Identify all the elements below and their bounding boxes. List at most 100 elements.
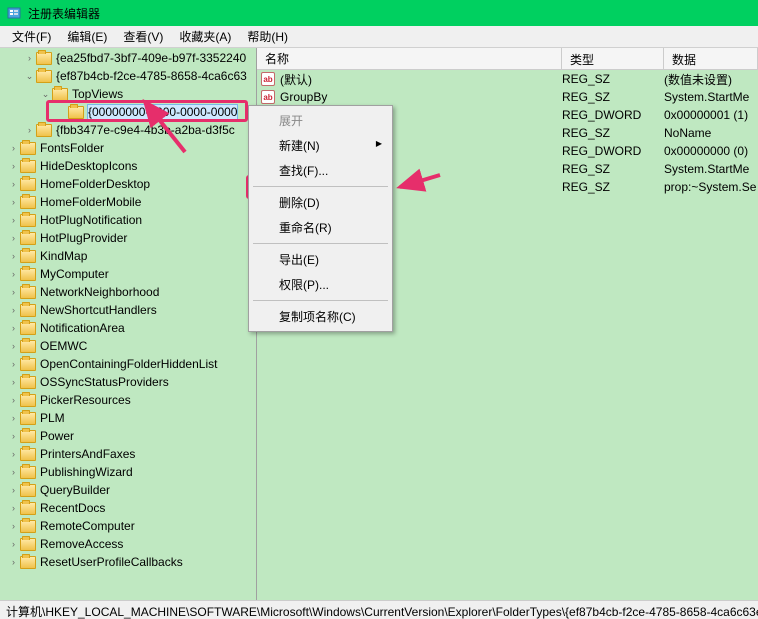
tree-item[interactable]: ›OEMWC	[0, 337, 256, 355]
tree-item[interactable]: ›HotPlugNotification	[0, 211, 256, 229]
chevron-right-icon[interactable]: ›	[8, 269, 19, 280]
tree-item[interactable]: ›PublishingWizard	[0, 463, 256, 481]
ctx-new[interactable]: 新建(N)	[251, 133, 390, 158]
tree-item[interactable]: ›KindMap	[0, 247, 256, 265]
chevron-down-icon[interactable]: ⌄	[40, 89, 51, 100]
tree-item[interactable]: ›HomeFolderDesktop	[0, 175, 256, 193]
tree-item[interactable]: ›OSSyncStatusProviders	[0, 373, 256, 391]
tree-item[interactable]: ›NewShortcutHandlers	[0, 301, 256, 319]
tree-item[interactable]: ›Power	[0, 427, 256, 445]
folder-icon	[20, 214, 36, 227]
tree-item[interactable]: › NotificationArea	[0, 319, 256, 337]
tree-item[interactable]: ›HideDesktopIcons	[0, 157, 256, 175]
string-value-icon: ab	[261, 72, 275, 86]
tree-item-label: {fbb3477e-c9e4-4b3b-a2ba-d3f5c	[56, 123, 235, 137]
tree-item[interactable]: ›PLM	[0, 409, 256, 427]
folder-icon	[20, 466, 36, 479]
value-data: System.StartMe	[664, 90, 758, 104]
tree-item[interactable]: {00000000-0000-0000-0000	[0, 103, 256, 121]
ctx-permissions[interactable]: 权限(P)...	[251, 272, 390, 297]
menu-bar[interactable]: 文件(F) 编辑(E) 查看(V) 收藏夹(A) 帮助(H)	[0, 26, 758, 48]
tree-item[interactable]: › RemoteComputer	[0, 517, 256, 535]
value-data: 0x00000001 (1)	[664, 108, 758, 122]
chevron-right-icon[interactable]: ›	[8, 503, 19, 514]
list-header[interactable]: 名称 类型 数据	[257, 48, 758, 70]
chevron-right-icon[interactable]: ›	[8, 431, 19, 442]
chevron-right-icon[interactable]: ›	[8, 341, 19, 352]
tree-item[interactable]: ›RemoveAccess	[0, 535, 256, 553]
chevron-right-icon[interactable]: ›	[24, 125, 35, 136]
chevron-right-icon[interactable]: ›	[8, 539, 19, 550]
tree-item[interactable]: › ResetUserProfileCallbacks	[0, 553, 256, 571]
tree-item[interactable]: ›RecentDocs	[0, 499, 256, 517]
ctx-rename[interactable]: 重命名(R)	[251, 215, 390, 240]
folder-icon	[20, 394, 36, 407]
ctx-find[interactable]: 查找(F)...	[251, 158, 390, 183]
tree-item[interactable]: › QueryBuilder	[0, 481, 256, 499]
menu-view[interactable]: 查看(V)	[115, 26, 171, 47]
folder-icon	[68, 106, 84, 119]
tree-item[interactable]: ›PrintersAndFaxes	[0, 445, 256, 463]
chevron-right-icon[interactable]: ›	[8, 323, 19, 334]
chevron-right-icon[interactable]: ›	[8, 449, 19, 460]
tree-item-label: QueryBuilder	[40, 483, 110, 497]
tree-item[interactable]: › {fbb3477e-c9e4-4b3b-a2ba-d3f5c	[0, 121, 256, 139]
menu-help[interactable]: 帮助(H)	[239, 26, 296, 47]
folder-icon	[52, 88, 68, 101]
value-data: 0x00000000 (0)	[664, 144, 758, 158]
menu-edit[interactable]: 编辑(E)	[59, 26, 115, 47]
chevron-right-icon[interactable]: ›	[8, 251, 19, 262]
tree-item-label: NotificationArea	[40, 321, 125, 335]
chevron-right-icon[interactable]: ›	[8, 143, 19, 154]
chevron-right-icon[interactable]: ›	[8, 161, 19, 172]
tree-item-label: OpenContainingFolderHiddenList	[40, 357, 217, 371]
chevron-right-icon[interactable]: ›	[8, 395, 19, 406]
tree-item[interactable]: ›NetworkNeighborhood	[0, 283, 256, 301]
tree-item[interactable]: ›MyComputer	[0, 265, 256, 283]
tree-item[interactable]: ⌄TopViews	[0, 85, 256, 103]
chevron-right-icon[interactable]: ›	[24, 53, 35, 64]
tree-item[interactable]: ›PickerResources	[0, 391, 256, 409]
chevron-right-icon[interactable]: ›	[8, 233, 19, 244]
list-row[interactable]: abGroupByREG_SZSystem.StartMe	[257, 88, 758, 106]
chevron-right-icon[interactable]: ›	[8, 287, 19, 298]
chevron-right-icon[interactable]: ›	[8, 467, 19, 478]
folder-icon	[20, 160, 36, 173]
folder-icon	[20, 412, 36, 425]
value-type: REG_DWORD	[562, 144, 664, 158]
chevron-right-icon[interactable]: ›	[8, 413, 19, 424]
tree-item-label: ResetUserProfileCallbacks	[40, 555, 183, 569]
value-type: REG_SZ	[562, 90, 664, 104]
tree-item[interactable]: ⌄{ef87b4cb-f2ce-4785-8658-4ca6c63	[0, 67, 256, 85]
tree-item-label: RemoteComputer	[40, 519, 135, 533]
chevron-right-icon[interactable]: ›	[8, 359, 19, 370]
tree-item-label: HomeFolderMobile	[40, 195, 141, 209]
ctx-delete[interactable]: 删除(D)	[251, 190, 390, 215]
chevron-right-icon[interactable]: ›	[8, 197, 19, 208]
list-row[interactable]: ab(默认)REG_SZ(数值未设置)	[257, 70, 758, 88]
chevron-right-icon[interactable]: ›	[8, 179, 19, 190]
ctx-export[interactable]: 导出(E)	[251, 247, 390, 272]
chevron-right-icon[interactable]: ›	[8, 305, 19, 316]
column-data[interactable]: 数据	[664, 48, 758, 69]
chevron-right-icon[interactable]: ›	[8, 557, 19, 568]
chevron-right-icon[interactable]: ›	[8, 377, 19, 388]
chevron-right-icon[interactable]: ›	[8, 215, 19, 226]
tree-item[interactable]: ›HotPlugProvider	[0, 229, 256, 247]
column-type[interactable]: 类型	[562, 48, 664, 69]
chevron-right-icon[interactable]: ›	[8, 521, 19, 532]
tree-view[interactable]: ›{ea25fbd7-3bf7-409e-b97f-3352240⌄{ef87b…	[0, 48, 257, 600]
value-data: (数值未设置)	[664, 71, 758, 88]
menu-favorites[interactable]: 收藏夹(A)	[171, 26, 239, 47]
chevron-right-icon[interactable]: ›	[8, 485, 19, 496]
column-name[interactable]: 名称	[257, 48, 562, 69]
tree-item[interactable]: ›FontsFolder	[0, 139, 256, 157]
context-menu[interactable]: 展开 新建(N) 查找(F)... 删除(D) 重命名(R) 导出(E) 权限(…	[248, 105, 393, 332]
chevron-down-icon[interactable]: ⌄	[24, 71, 35, 82]
tree-item[interactable]: › HomeFolderMobile	[0, 193, 256, 211]
tree-item[interactable]: ›{ea25fbd7-3bf7-409e-b97f-3352240	[0, 49, 256, 67]
folder-icon	[20, 286, 36, 299]
menu-file[interactable]: 文件(F)	[4, 26, 59, 47]
tree-item[interactable]: › OpenContainingFolderHiddenList	[0, 355, 256, 373]
ctx-copy-key-name[interactable]: 复制项名称(C)	[251, 304, 390, 329]
